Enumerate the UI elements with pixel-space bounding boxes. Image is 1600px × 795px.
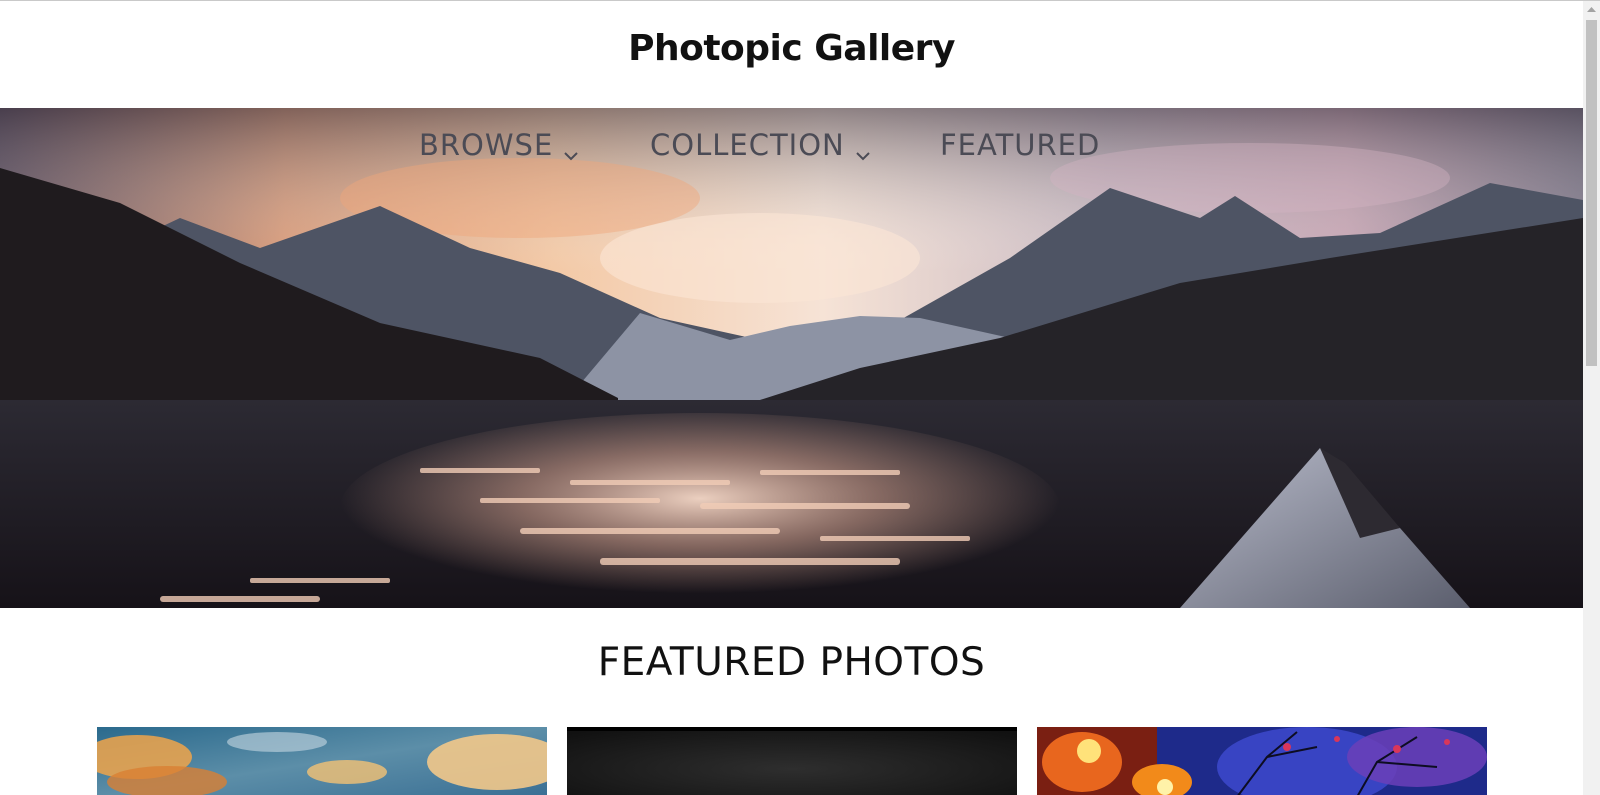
scroll-up-arrow-icon[interactable] [1583,1,1600,18]
featured-photo-card[interactable] [1037,727,1487,795]
nav-item-label: BROWSE [419,128,554,162]
page: Photopic Gallery BROWSE COLLECTION FEATU… [0,0,1583,795]
scrollbar-thumb[interactable] [1586,20,1597,366]
vertical-scrollbar[interactable] [1583,1,1600,795]
nav-item-browse[interactable]: BROWSE [419,125,579,165]
nav-item-featured[interactable]: FEATURED [940,125,1100,165]
chevron-down-icon [855,137,871,161]
featured-photo-card[interactable] [97,727,547,795]
nav-item-label: FEATURED [940,128,1101,162]
featured-photo-card[interactable] [567,727,1017,795]
featured-photos-heading: FEATURED PHOTOS [597,640,986,685]
main-nav: BROWSE COLLECTION FEATURED [0,108,1583,178]
chevron-down-icon [563,137,579,161]
site-title[interactable]: Photopic Gallery [0,28,1583,69]
nav-item-collection[interactable]: COLLECTION [650,125,871,165]
nav-item-label: COLLECTION [650,128,845,162]
hero-image [0,108,1583,608]
